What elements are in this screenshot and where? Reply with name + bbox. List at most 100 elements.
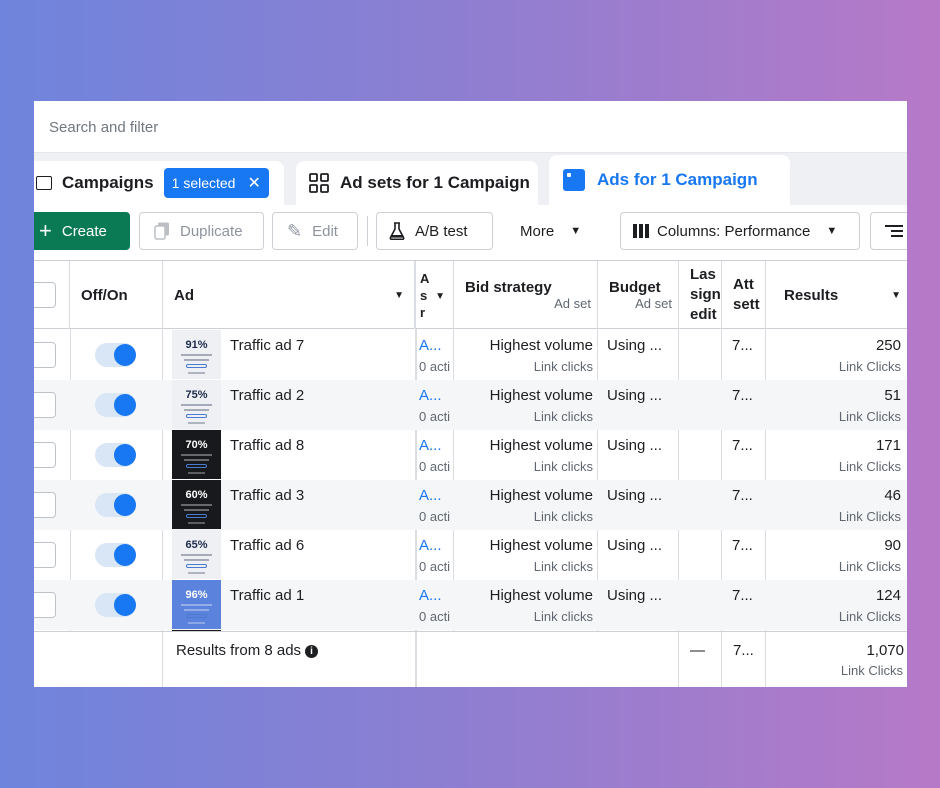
col-divider <box>765 632 766 687</box>
tab-campaigns[interactable]: Campaigns 1 selected ✕ <box>34 161 284 205</box>
ad-name[interactable]: Traffic ad 3 <box>230 487 304 504</box>
col-header-last-line3: edit <box>690 306 717 323</box>
create-button[interactable]: + Create <box>34 212 130 250</box>
ad-set-link[interactable]: A... <box>419 337 442 354</box>
ad-thumbnail: 96% <box>172 580 221 629</box>
ad-thumbnail: 60% <box>172 480 221 529</box>
select-all-checkbox[interactable] <box>34 282 56 308</box>
toolbar: + Create Duplicate ✎ Edit A/B test More … <box>34 205 907 261</box>
on-off-toggle[interactable] <box>95 593 136 617</box>
col-header-ad-set[interactable]: A s r ▼ <box>416 261 454 329</box>
col-header-budget-sub: Ad set <box>635 296 672 311</box>
col-header-ad-set-line1: A <box>420 270 430 286</box>
search-input[interactable] <box>34 107 907 147</box>
col-header-off-on[interactable]: Off/On <box>70 261 163 329</box>
select-all-cell <box>34 261 70 329</box>
table-header: Off/On Ad ▼ A s r ▼ Bid strategy Ad set … <box>34 261 907 329</box>
bid-strategy-value: Highest volume <box>489 537 593 554</box>
ad-name[interactable]: Traffic ad 7 <box>230 337 304 354</box>
tab-ads-label: Ads for 1 Campaign <box>597 170 758 189</box>
col-header-ad-label: Ad <box>174 286 194 304</box>
folder-icon <box>36 176 52 190</box>
col-header-bid-strategy-sub: Ad set <box>554 296 591 311</box>
table-row[interactable]: 65% Traffic ad 6 A... 0 acti Highest vol… <box>34 530 907 580</box>
thumbnail-percent: 75% <box>185 389 208 401</box>
table-footer: Results from 8 ads i — 7... 1,070 Link Cl… <box>34 631 907 687</box>
selected-chip[interactable]: 1 selected ✕ <box>163 168 269 198</box>
row-checkbox[interactable] <box>34 442 56 468</box>
level-tabs: Campaigns 1 selected ✕ Ad sets for 1 Cam… <box>34 153 907 205</box>
row-checkbox[interactable] <box>34 592 56 618</box>
results-sub: Link Clicks <box>838 459 901 474</box>
table-row[interactable]: 96% Traffic ad 1 A... 0 acti Highest vol… <box>34 580 907 630</box>
edit-label: Edit <box>312 222 338 240</box>
caret-down-icon: ▼ <box>891 289 901 301</box>
ad-set-link[interactable]: A... <box>419 537 442 554</box>
info-icon[interactable]: i <box>305 645 319 658</box>
col-header-bid-strategy-label: Bid strategy <box>465 279 552 296</box>
col-header-last-significant-edit[interactable]: Las sign edit <box>679 261 722 329</box>
bid-strategy-value: Highest volume <box>489 487 593 504</box>
ad-name[interactable]: Traffic ad 6 <box>230 537 304 554</box>
row-checkbox[interactable] <box>34 392 56 418</box>
close-icon[interactable]: ✕ <box>247 173 260 193</box>
ad-name[interactable]: Traffic ad 8 <box>230 437 304 454</box>
tab-adsets-label: Ad sets for 1 Campaign <box>340 173 530 192</box>
tab-ads[interactable]: Ads for 1 Campaign <box>549 155 790 205</box>
tab-adsets[interactable]: Ad sets for 1 Campaign <box>296 161 538 205</box>
caret-down-icon: ▼ <box>435 291 445 302</box>
on-off-toggle[interactable] <box>95 493 136 517</box>
results-sub: Link Clicks <box>838 559 901 574</box>
col-header-budget[interactable]: Budget Ad set <box>598 261 679 329</box>
table-row[interactable]: 75% Traffic ad 2 A... 0 acti Highest vol… <box>34 380 907 430</box>
columns-dropdown[interactable]: Columns: Performance ▼ <box>620 212 860 250</box>
bid-strategy-value: Highest volume <box>489 437 593 454</box>
footer-attribution: 7... <box>733 642 754 659</box>
duplicate-button[interactable]: Duplicate <box>139 212 264 250</box>
col-header-attribution[interactable]: Att sett <box>722 261 766 329</box>
bid-strategy-value: Highest volume <box>489 587 593 604</box>
caret-down-icon: ▼ <box>394 289 404 301</box>
ads-manager-panel: Campaigns 1 selected ✕ Ad sets for 1 Cam… <box>34 101 907 687</box>
table-row[interactable]: 91% Traffic ad 7 A... 0 acti Highest vol… <box>34 330 907 380</box>
footer-summary: Results from 8 ads i <box>176 642 319 659</box>
on-off-toggle[interactable] <box>95 343 136 367</box>
ab-test-button[interactable]: A/B test <box>376 212 493 250</box>
bid-strategy-sub: Link clicks <box>533 509 593 524</box>
results-value: 250 <box>875 337 901 354</box>
col-divider <box>415 632 417 687</box>
row-checkbox[interactable] <box>34 492 56 518</box>
bid-strategy-sub: Link clicks <box>533 609 593 624</box>
results-value: 51 <box>884 387 901 404</box>
thumbnail-percent: 60% <box>185 489 208 501</box>
breakdown-button[interactable] <box>870 212 907 250</box>
col-header-ad[interactable]: Ad ▼ <box>163 261 416 329</box>
col-header-results[interactable]: Results ▼ <box>766 261 907 329</box>
ad-icon <box>563 169 585 191</box>
ad-set-link[interactable]: A... <box>419 587 442 604</box>
ad-set-sub: 0 acti <box>419 559 451 574</box>
table-row[interactable]: 60% Traffic ad 3 A... 0 acti Highest vol… <box>34 480 907 530</box>
results-sub: Link Clicks <box>838 509 901 524</box>
budget-value: Using ... <box>607 487 663 504</box>
ad-set-link[interactable]: A... <box>419 387 442 404</box>
table-row[interactable]: 70% Traffic ad 8 A... 0 acti Highest vol… <box>34 430 907 480</box>
ad-set-link[interactable]: A... <box>419 487 442 504</box>
more-dropdown[interactable]: More ▼ <box>504 212 596 250</box>
ad-name[interactable]: Traffic ad 1 <box>230 587 304 604</box>
edit-button[interactable]: ✎ Edit <box>272 212 358 250</box>
budget-value: Using ... <box>607 387 663 404</box>
on-off-toggle[interactable] <box>95 543 136 567</box>
ad-name[interactable]: Traffic ad 2 <box>230 387 304 404</box>
columns-label: Columns: Performance <box>657 222 811 240</box>
attribution-value: 7... <box>732 337 753 354</box>
ad-thumbnail: 65% <box>172 530 221 579</box>
col-header-bid-strategy[interactable]: Bid strategy Ad set <box>454 261 598 329</box>
results-value: 90 <box>884 537 901 554</box>
budget-value: Using ... <box>607 587 663 604</box>
on-off-toggle[interactable] <box>95 393 136 417</box>
row-checkbox[interactable] <box>34 342 56 368</box>
row-checkbox[interactable] <box>34 542 56 568</box>
ad-set-link[interactable]: A... <box>419 437 442 454</box>
on-off-toggle[interactable] <box>95 443 136 467</box>
